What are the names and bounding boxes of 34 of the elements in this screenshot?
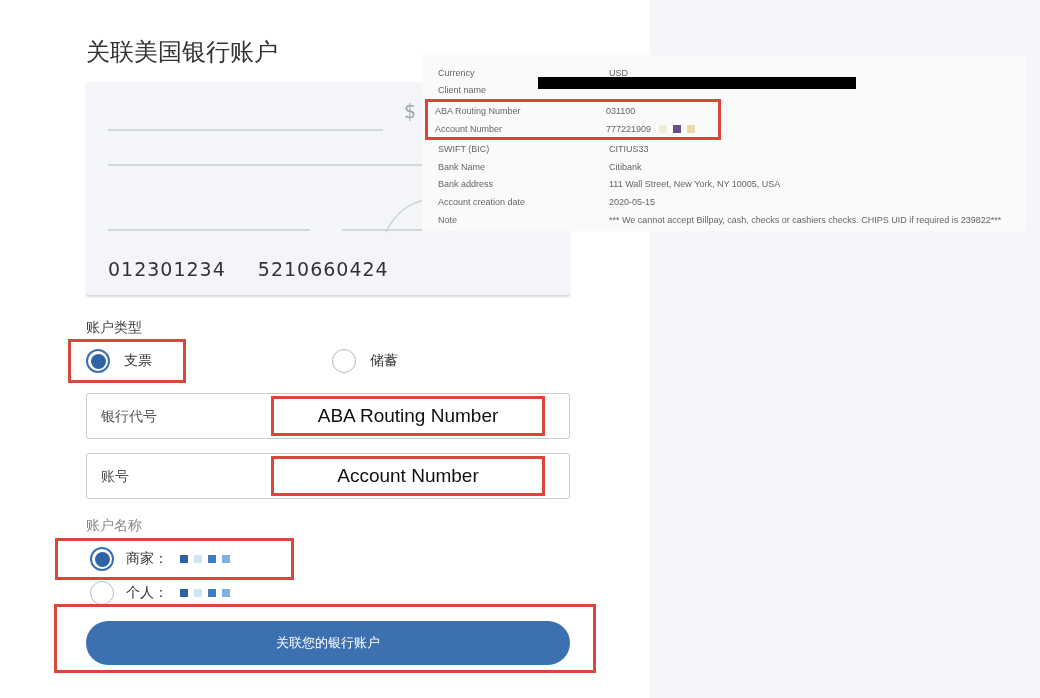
detail-value: *** We cannot accept Billpay, cash, checks or cashiers checks. CHIPS UID if required is 239822*** — [609, 214, 1002, 225]
currency-sign: $ — [404, 100, 417, 122]
radio-label: 个人： — [126, 584, 168, 602]
annotation-label: Account Number — [271, 456, 545, 496]
radio-label: 储蓄 — [370, 352, 398, 370]
section-label: 账户类型 — [86, 319, 143, 337]
detail-value: CITIUS33 — [609, 144, 649, 155]
detail-label: SWIFT (BIC) — [438, 144, 491, 155]
detail-label: Bank Name — [438, 161, 487, 172]
account-number: 5210660424 — [257, 258, 389, 280]
routing-number: 012301234 — [108, 258, 226, 280]
detail-label: ABA Routing Number — [435, 106, 522, 116]
radio-button[interactable] — [86, 349, 110, 373]
detail-label: Note — [438, 214, 458, 225]
page-title: 关联美国银行账户 — [86, 37, 279, 68]
radio-button[interactable] — [332, 349, 356, 373]
radio-label: 支票 — [124, 352, 152, 370]
radio-button[interactable] — [90, 581, 114, 605]
radio-label: 商家： — [126, 550, 168, 568]
detail-value: USD — [609, 67, 628, 78]
detail-label: Bank address — [438, 179, 495, 190]
detail-label: Account creation date — [438, 196, 527, 207]
detail-value: 111 Wall Street, New York, NY 10005, USA — [609, 179, 781, 190]
radio-button[interactable] — [90, 547, 114, 571]
detail-value: Citibank — [609, 161, 642, 172]
detail-label: Client name — [438, 85, 488, 96]
detail-label: Currency — [438, 67, 476, 78]
detail-label: Account Number — [435, 123, 504, 134]
link-account-button[interactable]: 关联您的银行账户 — [86, 621, 570, 665]
section-label: 账户名称 — [86, 517, 143, 535]
detail-value: 031100 — [606, 106, 636, 116]
annotation-label: ABA Routing Number — [271, 396, 545, 436]
detail-value: 777221909 — [606, 123, 652, 134]
detail-value: 2020-05-15 — [609, 196, 656, 207]
